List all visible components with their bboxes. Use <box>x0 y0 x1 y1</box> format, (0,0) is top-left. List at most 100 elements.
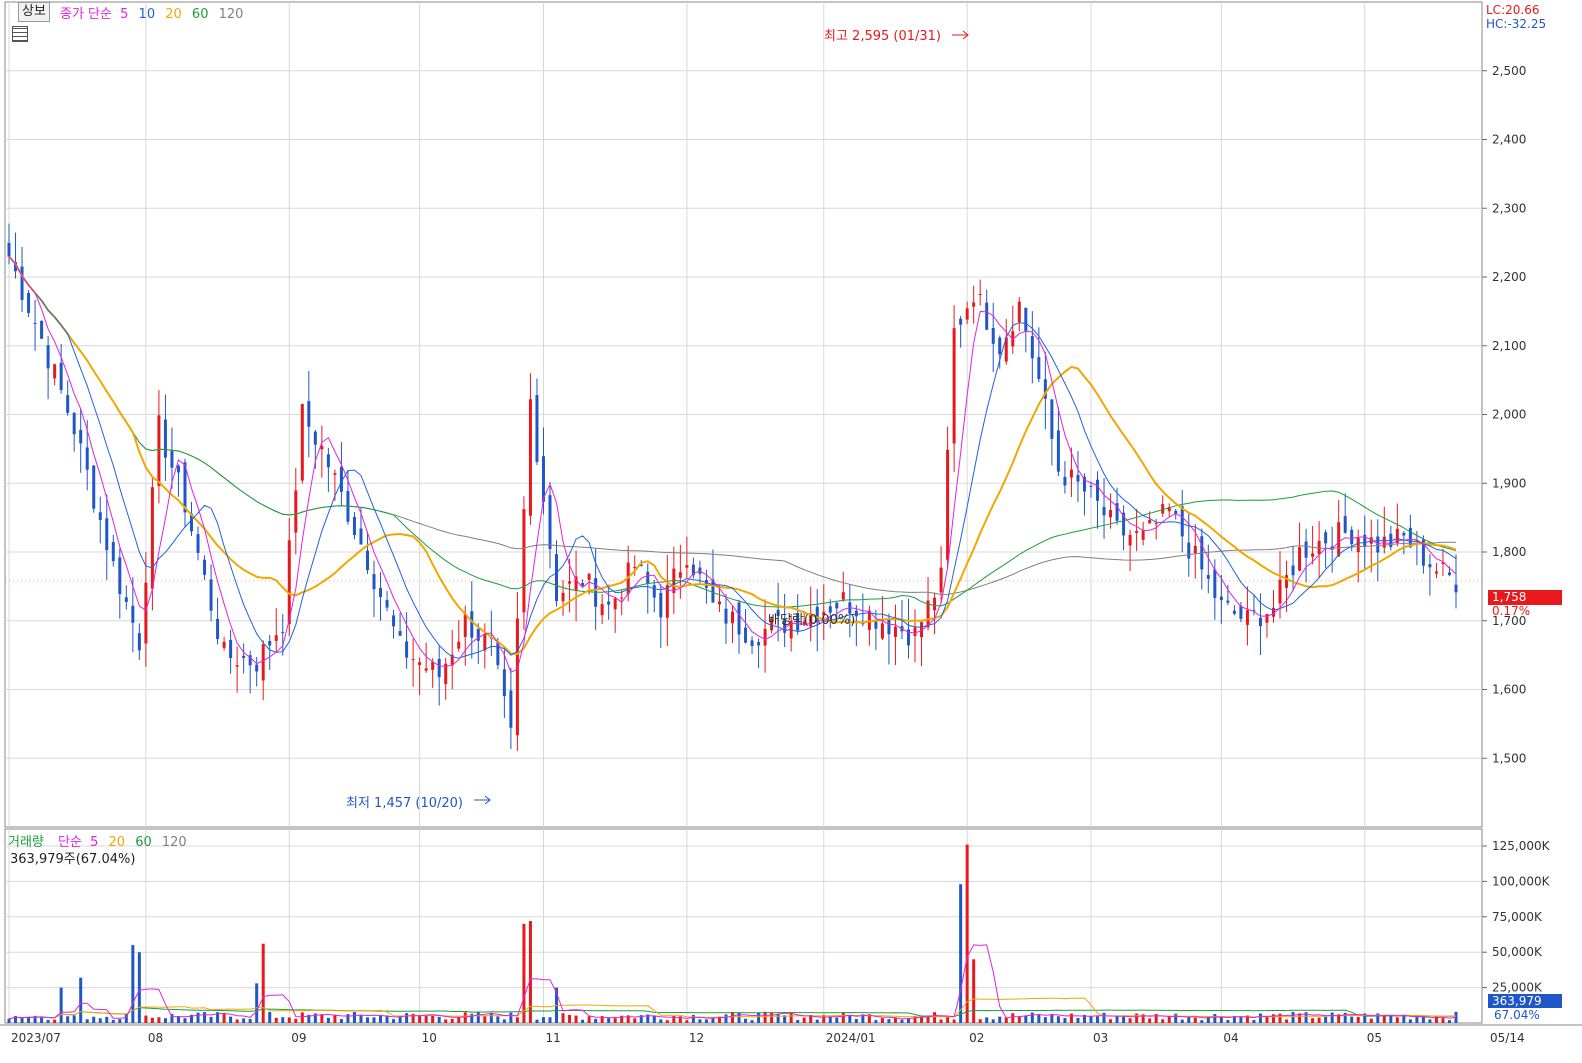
volume-bar <box>203 1012 207 1023</box>
volume-bar <box>750 1020 754 1023</box>
volume-bar <box>776 1013 780 1023</box>
volume-bar <box>1037 1014 1041 1023</box>
candle-body <box>326 454 330 468</box>
hc-label: HC:-32.25 <box>1486 17 1547 31</box>
candle-body <box>1069 469 1073 478</box>
high-annotation: 최고 2,595 (01/31) <box>824 29 942 44</box>
candle-body <box>157 415 161 487</box>
candle-body <box>600 603 604 616</box>
volume-bar <box>561 1013 565 1023</box>
volume-bar <box>548 1017 552 1023</box>
candle-body <box>287 540 291 624</box>
candle-body <box>274 635 278 642</box>
stock-chart[interactable]: 2,500 2,400 2,300 2,200 2,100 2,000 1,900 1,800… <box>0 0 1582 1063</box>
candle-body <box>1402 532 1406 536</box>
volume-bar <box>398 1016 402 1023</box>
candle-body <box>33 322 37 324</box>
candle-body <box>229 639 233 658</box>
candle-body <box>242 655 246 658</box>
candle-body <box>196 534 200 553</box>
volume-bar <box>144 1015 148 1023</box>
volume-bar <box>574 1015 578 1023</box>
grid-icon[interactable] <box>12 26 28 42</box>
candle-body <box>483 634 487 651</box>
volume-bar <box>1369 1018 1373 1023</box>
candle-body <box>587 573 591 580</box>
candle-body <box>118 557 122 595</box>
volume-bar <box>998 1016 1002 1023</box>
volume-bar <box>1441 1018 1445 1023</box>
volume-bar <box>1063 1018 1067 1023</box>
volume-bar <box>933 1012 937 1023</box>
volume-bar <box>704 1019 708 1023</box>
volume-tick-label: 50,000K <box>1492 945 1543 959</box>
candle-body <box>952 328 956 444</box>
volume-current: 363,979주(67.04%) <box>10 852 136 867</box>
volume-bar <box>965 844 969 1023</box>
volume-bar <box>691 1014 695 1023</box>
candle-body <box>111 542 115 562</box>
candle-body <box>939 567 943 593</box>
candle-body <box>150 487 154 589</box>
volume-bar <box>437 1016 441 1023</box>
volume-bar <box>183 1018 187 1023</box>
volume-bar <box>835 1017 839 1023</box>
volume-bar <box>476 1012 480 1023</box>
volume-bar <box>763 1011 767 1023</box>
candle-body <box>972 302 976 307</box>
period-button[interactable]: 상보 <box>18 2 50 22</box>
candle-body <box>750 640 754 647</box>
lc-label: LC:20.66 <box>1486 3 1540 17</box>
candle-body <box>1030 336 1034 359</box>
volume-bar <box>854 1018 858 1023</box>
candle-body <box>1447 572 1451 576</box>
volume-tick-label: 100,000K <box>1492 874 1551 888</box>
candle-body <box>79 429 83 444</box>
candle-body <box>581 583 585 586</box>
volume-bar <box>431 1014 435 1023</box>
volume-bar <box>92 1016 96 1023</box>
volume-bar <box>157 1017 161 1023</box>
candle-body <box>1096 479 1100 501</box>
candle-body <box>105 518 109 551</box>
candle-body <box>163 419 167 458</box>
price-tick-label: 1,600 <box>1492 683 1526 697</box>
volume-bar <box>900 1019 904 1023</box>
volume-legend-ma120: 120 <box>161 835 187 850</box>
candle-body <box>1232 610 1236 614</box>
candle-body <box>20 266 24 300</box>
candle-body <box>496 642 500 666</box>
volume-bar <box>1447 1020 1451 1023</box>
volume-bar <box>1278 1013 1282 1023</box>
price-tick-label: 1,800 <box>1492 545 1526 559</box>
volume-bar <box>1115 1015 1119 1023</box>
candle-body <box>978 294 982 296</box>
candle-body <box>731 611 734 624</box>
volume-bar <box>770 1012 774 1023</box>
volume-bar <box>1213 1014 1217 1023</box>
candle-body <box>887 619 891 635</box>
volume-bar <box>1200 1020 1204 1023</box>
dividend-annotation: 배당락(0.00%) <box>768 613 856 628</box>
candle-body <box>620 597 624 599</box>
volume-bar <box>1291 1011 1295 1023</box>
candle-body <box>1063 476 1067 486</box>
candle-body <box>379 588 383 598</box>
price-tick-label: 2,200 <box>1492 270 1526 284</box>
volume-bar <box>163 1018 167 1023</box>
candle-body <box>646 571 650 584</box>
volume-bar <box>372 1017 376 1023</box>
price-legend-ma10: 10 <box>138 7 156 22</box>
candle-body <box>281 631 285 633</box>
candle-body <box>913 627 917 636</box>
price-legend-ma120: 120 <box>218 7 244 22</box>
volume-bar <box>698 1019 702 1023</box>
volume-bar <box>424 1015 428 1023</box>
low-annotation: 최저 1,457 (10/20) <box>346 796 464 811</box>
candle-body <box>509 690 513 728</box>
candle-body <box>1239 605 1243 619</box>
price-tick-label: 2,400 <box>1492 133 1526 147</box>
volume-bar <box>1089 1016 1093 1023</box>
volume-bar <box>1017 1016 1021 1023</box>
candle-body <box>411 659 415 661</box>
